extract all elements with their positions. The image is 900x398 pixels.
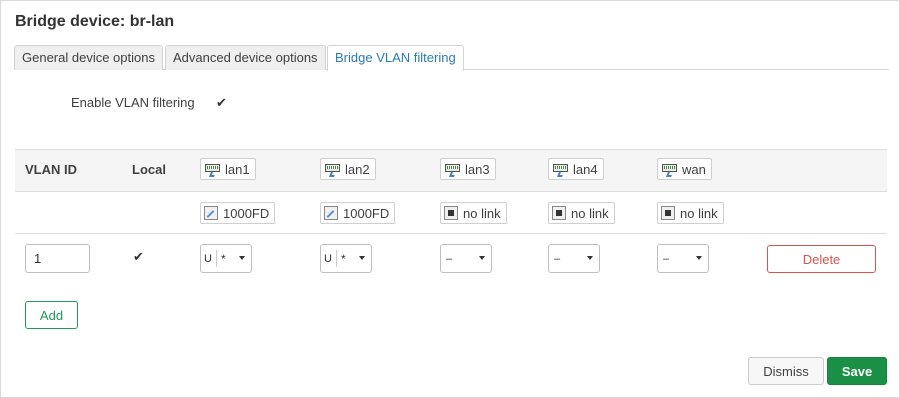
port-status-text: no link bbox=[463, 205, 501, 221]
port-status-lan1: 1000FD bbox=[200, 202, 276, 224]
caret-down-icon bbox=[239, 256, 245, 260]
port-no-link-icon bbox=[552, 206, 566, 220]
port-header-lan4: lan4 bbox=[548, 158, 604, 180]
port-membership-select-lan4[interactable]: – bbox=[548, 244, 600, 273]
dismiss-button[interactable]: Dismiss bbox=[748, 357, 824, 385]
port-status-lan2: 1000FD bbox=[320, 202, 396, 224]
tab-general-device-options[interactable]: General device options bbox=[14, 45, 163, 70]
membership-value: U bbox=[204, 252, 212, 265]
ethernet-port-icon bbox=[324, 162, 341, 177]
add-row-button[interactable]: Add bbox=[25, 301, 78, 329]
dialog-title: Bridge device: br-lan bbox=[15, 13, 175, 30]
local-checkbox[interactable]: ✔ bbox=[132, 250, 145, 263]
ethernet-port-icon bbox=[552, 162, 569, 177]
ethernet-port-icon bbox=[444, 162, 461, 177]
caret-down-icon bbox=[359, 256, 365, 260]
membership-value: – bbox=[554, 252, 561, 265]
port-header-lan1: lan1 bbox=[200, 158, 256, 180]
caret-down-icon bbox=[479, 256, 485, 260]
column-header-vlan-id: VLAN ID bbox=[25, 162, 77, 177]
port-header-lan2: lan2 bbox=[320, 158, 376, 180]
divider bbox=[15, 233, 887, 234]
port-membership-select-lan2[interactable]: U * bbox=[320, 244, 372, 273]
tab-bar: General device options Advanced device o… bbox=[14, 45, 889, 71]
save-button[interactable]: Save bbox=[827, 357, 887, 385]
port-membership-select-lan3[interactable]: – bbox=[440, 244, 492, 273]
port-name: lan1 bbox=[225, 161, 250, 177]
caret-down-icon bbox=[696, 256, 702, 260]
tab-advanced-device-options[interactable]: Advanced device options bbox=[165, 45, 326, 70]
port-name: lan3 bbox=[465, 161, 490, 177]
port-status-lan3: no link bbox=[440, 202, 507, 224]
caret-down-icon bbox=[587, 256, 593, 260]
delete-row-button[interactable]: Delete bbox=[767, 245, 876, 273]
port-no-link-icon bbox=[661, 206, 675, 220]
column-header-local: Local bbox=[132, 162, 166, 177]
port-status-text: no link bbox=[680, 205, 718, 221]
port-link-up-icon bbox=[324, 206, 338, 220]
port-name: wan bbox=[682, 161, 706, 177]
enable-vlan-filtering-checkbox[interactable]: ✔ bbox=[215, 96, 228, 109]
port-header-wan: wan bbox=[657, 158, 712, 180]
tab-bridge-vlan-filtering[interactable]: Bridge VLAN filtering bbox=[327, 45, 464, 71]
ethernet-port-icon bbox=[204, 162, 221, 177]
port-membership-select-wan[interactable]: – bbox=[657, 244, 709, 273]
port-name: lan4 bbox=[573, 161, 598, 177]
port-name: lan2 bbox=[345, 161, 370, 177]
port-status-text: no link bbox=[571, 205, 609, 221]
port-status-wan: no link bbox=[657, 202, 724, 224]
port-status-lan4: no link bbox=[548, 202, 615, 224]
membership-value: – bbox=[446, 252, 453, 265]
membership-value: – bbox=[663, 252, 670, 265]
port-status-text: 1000FD bbox=[223, 205, 270, 221]
bridge-device-dialog: Bridge device: br-lan General device opt… bbox=[0, 0, 900, 398]
ethernet-port-icon bbox=[661, 162, 678, 177]
port-no-link-icon bbox=[444, 206, 458, 220]
port-membership-select-lan1[interactable]: U * bbox=[200, 244, 252, 273]
port-header-lan3: lan3 bbox=[440, 158, 496, 180]
enable-vlan-filtering-label: Enable VLAN filtering bbox=[71, 95, 195, 110]
separator bbox=[335, 250, 337, 267]
divider bbox=[15, 191, 887, 192]
membership-value: U bbox=[324, 252, 332, 265]
pvid-marker: * bbox=[340, 251, 346, 266]
vlan-id-input[interactable] bbox=[25, 244, 90, 273]
separator bbox=[215, 250, 217, 267]
pvid-marker: * bbox=[220, 251, 226, 266]
port-status-text: 1000FD bbox=[343, 205, 390, 221]
port-link-up-icon bbox=[204, 206, 218, 220]
